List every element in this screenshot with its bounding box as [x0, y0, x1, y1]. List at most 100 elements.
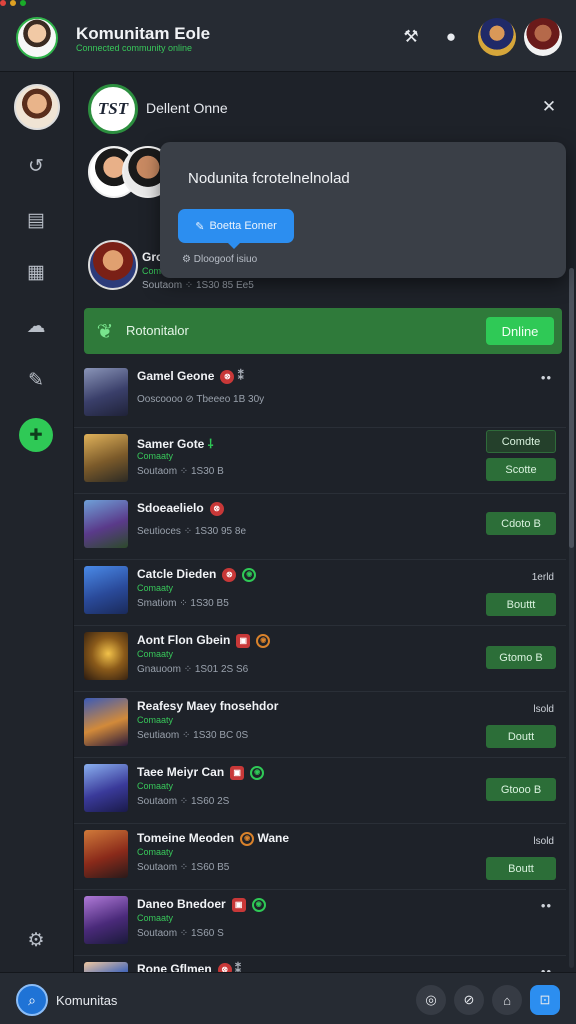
scrollbar[interactable] — [569, 268, 574, 968]
more-icon[interactable]: •• — [541, 898, 552, 913]
member-extra: ⸸ — [207, 437, 214, 451]
member-meta: Gnauoom ⁘ 1S01 2S S6 — [137, 664, 249, 675]
member-meta: Soutaom ⁘ 1S60 2S — [137, 796, 230, 807]
member-name: Sdoeaelielo ⊗ — [137, 501, 224, 516]
list-item[interactable]: Samer Gote ⸸ Comaaty Soutaom ⁘ 1S30 B Co… — [74, 428, 566, 494]
alert-icon: ⊗ — [209, 501, 224, 516]
member-meta: Seutiaom ⁘ 1S30 BC 0S — [137, 730, 249, 741]
chat-icon[interactable]: ◎ — [416, 985, 446, 1015]
alert-icon: ⊗ — [220, 369, 235, 384]
list-item[interactable]: Aont Flon Gbein ▣ ◉ Comaaty Gnauoom ⁘ 1S01… — [74, 626, 566, 692]
member-thumbnail — [84, 434, 128, 482]
hammer-icon[interactable]: ⚒ — [400, 26, 422, 48]
list-item[interactable]: Taee Meiyr Can ▣ ◉ Comaaty Soutaom ⁘ 1S60 … — [74, 758, 566, 824]
main-panel: TST Dellent Onne ✕ Gro Comanaty Soutaom … — [74, 72, 576, 990]
panel-header: TST Dellent Onne ✕ — [74, 72, 576, 142]
app-title: Komunitam Eole — [76, 24, 211, 43]
member-time: lsold — [533, 836, 554, 847]
community-logo: TST — [88, 84, 138, 134]
image-icon: ▣ — [236, 633, 251, 648]
refresh-icon[interactable]: ↺ — [22, 152, 50, 180]
leaf-icon: ❦ — [96, 320, 114, 343]
close-window-button[interactable] — [0, 0, 6, 6]
controller-icon: ◉ — [242, 567, 257, 582]
panel-title: Dellent Onne — [146, 100, 228, 116]
member-thumbnail — [84, 830, 128, 878]
member-name: Tomeine Meoden ◉ Wane — [137, 831, 289, 846]
member-thumbnail — [84, 698, 128, 746]
search-icon[interactable]: ⌕ — [16, 984, 48, 1016]
list-item[interactable]: Reafesy Maey fnosehdor Comaaty Seutiaom … — [74, 692, 566, 758]
member-meta: Smatiom ⁘ 1S30 B5 — [137, 598, 229, 609]
minimize-window-button[interactable] — [10, 0, 16, 6]
member-thumbnail — [84, 896, 128, 944]
game-controller-icon[interactable]: ✚ — [19, 418, 53, 452]
member-time: lsold — [533, 704, 554, 715]
scrollbar-thumb[interactable] — [569, 268, 574, 548]
list-item[interactable]: Daneo Bnedoer ▣ ◉ Comaaty Soutaom ⁘ 1S60 S… — [74, 890, 566, 956]
list-item[interactable]: Catcle Dieden ⊗ ◉ Comaaty Smatiom ⁘ 1S30 B… — [74, 560, 566, 626]
online-button[interactable]: Dnline — [486, 317, 554, 345]
member-name: Daneo Bnedoer ▣ ◉ — [137, 897, 266, 912]
member-extra: Wane — [257, 831, 290, 845]
close-icon[interactable]: ✕ — [538, 96, 560, 118]
member-thumbnail — [84, 764, 128, 812]
gamepad-icon[interactable]: ● — [440, 26, 462, 48]
compass-icon[interactable]: ⊘ — [454, 985, 484, 1015]
member-status: Comaaty — [137, 583, 174, 593]
left-sidebar: ↺ ▤ ▦ ☁ ✎ ✚ ⚙ — [0, 72, 74, 972]
layout-icon[interactable]: ▦ — [22, 258, 50, 286]
member-name: Catcle Dieden ⊗ ◉ — [137, 567, 257, 582]
popover-button-label: Boetta Eomer — [209, 220, 277, 232]
member-meta: Seutioces ⁘ 1S30 95 8e — [137, 526, 247, 537]
image-icon: ▣ — [231, 897, 246, 912]
member-thumbnail — [84, 632, 128, 680]
app-subtitle: Connected community online — [76, 43, 193, 53]
member-meta: Soutaom ⁘ 1S30 85 Ee5 — [142, 280, 254, 291]
action-button[interactable]: Gtomo B — [486, 646, 556, 669]
list-item[interactable]: Sdoeaelielo ⊗ Seutioces ⁘ 1S30 95 8e Cdot… — [74, 494, 566, 560]
edit-icon[interactable]: ✎ — [22, 366, 50, 394]
popover-action-button[interactable]: ✎ Boetta Eomer — [178, 209, 294, 249]
user-avatar[interactable] — [14, 84, 60, 130]
app-window: Komunitam Eole Connected community onlin… — [0, 0, 576, 1024]
action-button[interactable]: Boutt — [486, 857, 556, 880]
more-icon[interactable]: •• — [541, 370, 552, 385]
calendar-icon[interactable]: ▤ — [22, 206, 50, 234]
gamepad-icon[interactable]: ⊡ — [530, 985, 560, 1015]
action-button[interactable]: Doutt — [486, 725, 556, 748]
member-name-text: Sdoeaelielo — [137, 501, 204, 515]
cloud-icon[interactable]: ☁ — [22, 312, 50, 340]
friend-avatar[interactable] — [478, 18, 516, 56]
member-thumbnail — [84, 368, 128, 416]
member-extra: ⁑ — [237, 369, 244, 383]
list-item[interactable]: Tomeine Meoden ◉ Wane Comaaty Soutaom ⁘ 1… — [74, 824, 566, 890]
settings-icon[interactable]: ⚙ — [22, 926, 50, 954]
maximize-window-button[interactable] — [20, 0, 26, 6]
member-avatar — [88, 240, 138, 290]
command-button[interactable]: Comdte — [486, 430, 556, 453]
action-button[interactable]: Gtooo B — [486, 778, 556, 801]
shop-icon[interactable]: ⌂ — [492, 985, 522, 1015]
list-item[interactable]: Gamel Geone ⊗ ⁑ Ooscoooo ⊘ Tbeeeo 1B 30y … — [74, 362, 566, 428]
member-name: Gamel Geone ⊗ ⁑ — [137, 369, 244, 384]
friend-avatar[interactable] — [524, 18, 562, 56]
edit-icon: ✎ — [195, 220, 205, 233]
controller-icon: ◉ — [256, 633, 271, 648]
member-name-text: Samer Gote — [137, 437, 205, 451]
action-button[interactable]: Scotte — [486, 458, 556, 481]
member-name-text: Catcle Dieden — [137, 567, 217, 581]
popover-meta-text: Dloogoof isiuo — [193, 254, 258, 265]
controller-icon: ◉ — [240, 831, 255, 846]
image-icon: ▣ — [230, 765, 245, 780]
controller-icon: ◉ — [250, 765, 265, 780]
action-button[interactable]: Bouttt — [486, 593, 556, 616]
member-name: Taee Meiyr Can ▣ ◉ — [137, 765, 265, 780]
member-status: Comaaty — [137, 451, 174, 461]
window-controls — [0, 0, 26, 6]
member-name-text: Aont Flon Gbein — [137, 633, 231, 647]
action-button[interactable]: Cdoto B — [486, 512, 556, 535]
member-meta: Soutaom ⁘ 1S60 B5 — [137, 862, 230, 873]
profile-avatar[interactable] — [16, 17, 58, 59]
online-banner: ❦ Rotonitalor Dnline — [84, 308, 562, 354]
